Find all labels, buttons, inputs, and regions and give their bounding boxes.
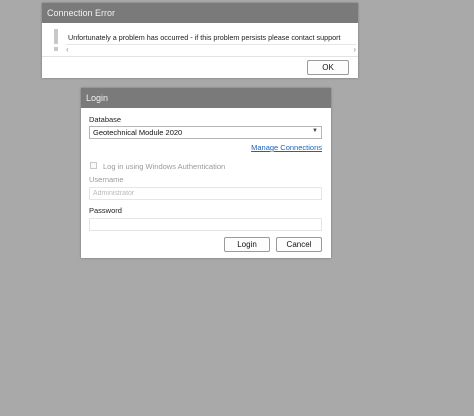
login-title: Login [81,88,331,108]
connection-error-dialog: Connection Error Unfortunately a problem… [42,3,358,78]
database-select[interactable]: Geotechnical Module 2020 ▼ [89,126,322,139]
username-input[interactable] [89,187,322,200]
scroll-left-arrow-icon[interactable]: ‹ [66,45,69,55]
username-label: Username [89,175,124,184]
login-button[interactable]: Login [224,237,270,252]
database-selected-value: Geotechnical Module 2020 [93,128,183,137]
database-label: Database [89,115,122,124]
error-message: Unfortunately a problem has occurred - i… [68,33,341,42]
connection-error-body: Unfortunately a problem has occurred - i… [42,23,358,78]
connection-error-title: Connection Error [42,3,358,23]
login-dialog: Login Database Geotechnical Module 2020 … [81,88,331,258]
password-input[interactable] [89,218,322,231]
windows-auth-checkbox[interactable] [90,162,97,169]
warning-exclamation-icon [52,29,60,53]
cancel-button[interactable]: Cancel [276,237,322,252]
scroll-right-arrow-icon[interactable]: › [353,45,356,55]
divider [42,56,358,57]
login-body: Database Geotechnical Module 2020 ▼ Mana… [81,108,331,258]
windows-auth-label: Log in using Windows Authentication [103,162,226,171]
manage-connections-link[interactable]: Manage Connections [251,143,322,152]
password-label: Password [89,206,122,215]
chevron-down-icon: ▼ [312,128,318,134]
ok-button[interactable]: OK [307,60,349,75]
message-horizontal-scrollbar[interactable]: ‹ › [66,44,356,54]
